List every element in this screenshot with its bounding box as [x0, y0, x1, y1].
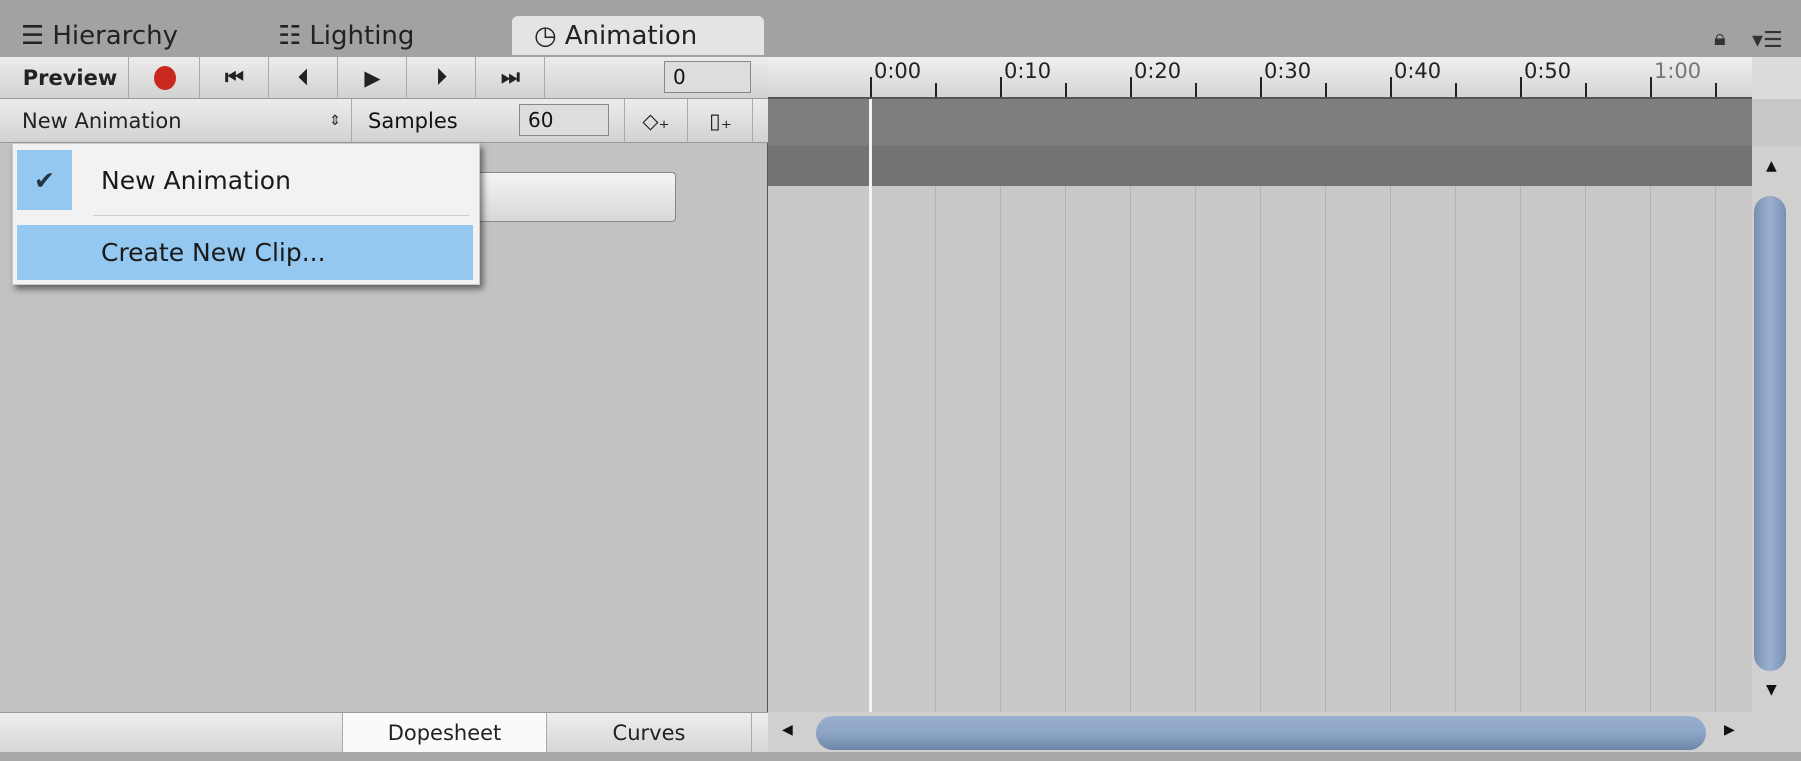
tab-curves[interactable]: Curves	[547, 713, 752, 752]
prev-key-button[interactable]: ⏴	[270, 57, 338, 98]
last-key-button[interactable]: ⏭	[477, 57, 545, 98]
lighting-icon: ☷	[278, 20, 302, 51]
ruler-tick-label: 0:30	[1264, 59, 1312, 83]
preview-button[interactable]: Preview	[12, 57, 129, 98]
grid-line	[1065, 186, 1066, 712]
playhead[interactable]	[869, 99, 872, 712]
summary-track	[768, 99, 1752, 146]
add-keyframe-icon: ◇₊	[642, 108, 670, 133]
add-event-button[interactable]: ▯₊	[689, 99, 753, 142]
clock-icon: ◷	[534, 20, 557, 51]
play-icon: ▶	[364, 65, 381, 90]
view-mode-bar: Dopesheet Curves	[0, 712, 768, 752]
record-button[interactable]	[130, 57, 200, 98]
grid-line	[1325, 186, 1326, 712]
lock-icon[interactable]: 🔒︎	[1714, 26, 1726, 51]
ruler-tick-label: 0:00	[874, 59, 922, 83]
grid-line	[1390, 186, 1391, 712]
tab-animation[interactable]: ◷ Animation	[512, 16, 764, 55]
first-key-button[interactable]: ⏮	[201, 57, 269, 98]
skip-start-icon: ⏮	[225, 65, 244, 89]
ruler-tick-mark	[1390, 77, 1392, 97]
ruler-tick-label: 0:10	[1004, 59, 1052, 83]
ruler-tick-mark	[1520, 77, 1522, 97]
grid-line	[1195, 186, 1196, 712]
menu-item-create-new-clip[interactable]: Create New Clip...	[17, 225, 473, 280]
ruler-tick-mark	[1195, 83, 1197, 97]
tab-hierarchy[interactable]: ☰ Hierarchy	[21, 16, 178, 55]
time-ruler[interactable]: 0:00 0:10 0:20 0:30 0:40 0:50 1:00	[768, 57, 1752, 99]
frame-field[interactable]: 0	[664, 61, 751, 93]
scroll-corner	[1752, 99, 1801, 146]
scroll-right-icon[interactable]: ▶	[1724, 722, 1735, 738]
menu-separator	[93, 215, 469, 216]
scroll-down-icon[interactable]: ▼	[1766, 682, 1777, 698]
check-icon: ✔	[17, 150, 72, 210]
ruler-tick-mark	[1650, 77, 1652, 97]
add-keyframe-button[interactable]: ◇₊	[624, 99, 688, 142]
grid-line	[1585, 186, 1586, 712]
ruler-tick-label: 0:20	[1134, 59, 1182, 83]
event-track	[768, 146, 1752, 186]
tab-lighting[interactable]: ☷ Lighting	[278, 16, 414, 55]
horizontal-scroll-thumb[interactable]	[816, 716, 1706, 750]
grid-line	[1260, 186, 1261, 712]
dopesheet-grid[interactable]	[768, 186, 1781, 712]
play-button[interactable]: ▶	[339, 57, 407, 98]
playback-toolbar: Preview ⏮ ⏴ ▶ ⏵ ⏭ 0	[0, 57, 768, 99]
skip-end-icon: ⏭	[501, 65, 520, 89]
grid-line	[1715, 186, 1716, 712]
grid-line	[1455, 186, 1456, 712]
clip-menu: ✔ New Animation Create New Clip...	[12, 143, 480, 285]
ruler-tick-mark	[1260, 77, 1262, 97]
menu-item-new-animation[interactable]: ✔ New Animation	[17, 150, 473, 210]
ruler-tick-mark	[1715, 83, 1717, 97]
add-event-icon: ▯₊	[709, 108, 732, 133]
clip-dropdown[interactable]: New Animation ⇕	[12, 99, 352, 142]
grid-line	[935, 186, 936, 712]
ruler-tick-mark	[1130, 77, 1132, 97]
tab-dopesheet[interactable]: Dopesheet	[342, 713, 547, 752]
clip-toolbar: New Animation ⇕ Samples 60 ◇₊ ▯₊	[0, 99, 768, 143]
scroll-up-icon[interactable]: ▲	[1766, 158, 1777, 174]
grid-line	[1130, 186, 1131, 712]
window-bottom	[0, 752, 1801, 761]
vertical-scroll-thumb[interactable]	[1754, 196, 1786, 671]
step-back-icon: ⏴	[298, 65, 309, 89]
ruler-tick-mark	[1455, 83, 1457, 97]
scroll-left-icon[interactable]: ◀	[782, 722, 793, 738]
menu-icon[interactable]: ▾☰	[1752, 28, 1783, 53]
ruler-tick-mark	[1325, 83, 1327, 97]
hierarchy-icon: ☰	[21, 20, 45, 51]
updown-icon: ⇕	[329, 112, 341, 129]
horizontal-scrollbar[interactable]: ◀ ▶	[768, 712, 1801, 752]
vertical-scrollbar[interactable]: ▲ ▼	[1752, 146, 1801, 712]
ruler-tick-label: 0:50	[1524, 59, 1572, 83]
samples-field[interactable]: 60	[519, 104, 609, 136]
grid-line	[1000, 186, 1001, 712]
samples-label: Samples	[368, 109, 458, 133]
ruler-tick-label: 0:40	[1394, 59, 1442, 83]
grid-line	[1650, 186, 1651, 712]
record-icon	[153, 65, 176, 90]
ruler-tick-mark	[870, 77, 872, 97]
step-forward-icon: ⏵	[436, 65, 447, 89]
ruler-tick-mark	[1000, 77, 1002, 97]
ruler-tick-mark	[1585, 83, 1587, 97]
next-key-button[interactable]: ⏵	[408, 57, 476, 98]
ruler-tick-label: 1:00	[1654, 59, 1702, 83]
ruler-corner	[1752, 57, 1801, 99]
ruler-tick-mark	[1065, 83, 1067, 97]
grid-line	[1520, 186, 1521, 712]
ruler-tick-mark	[935, 83, 937, 97]
